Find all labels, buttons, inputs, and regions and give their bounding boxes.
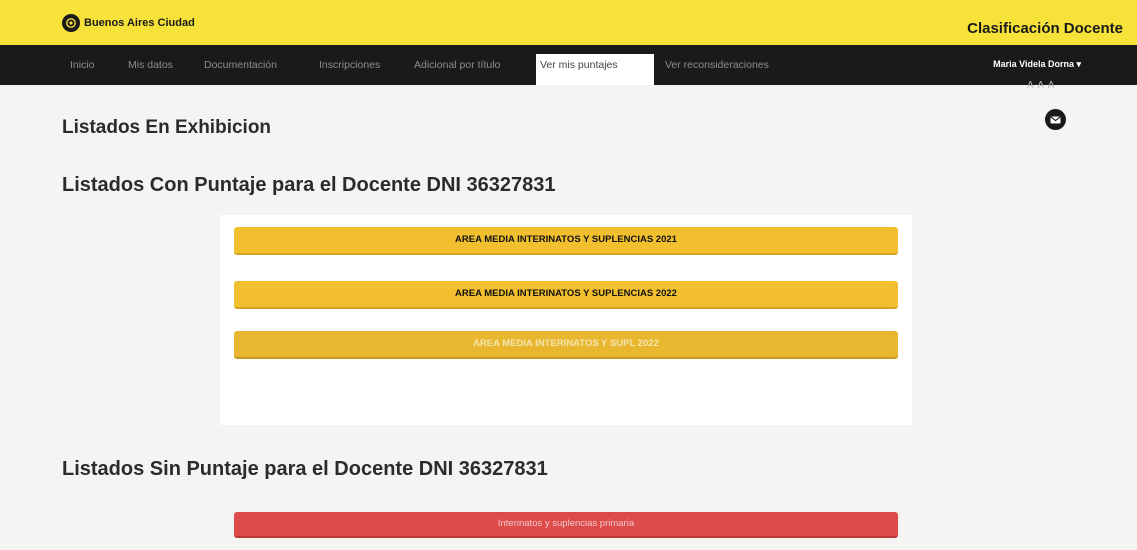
nav-item-inscripciones[interactable]: Inscripciones: [315, 53, 384, 77]
list-button-primaria[interactable]: Interinatos y suplencias primaria: [234, 512, 898, 538]
app-title: Clasificación Docente: [967, 20, 1123, 37]
nav-item-adicional-por-titulo[interactable]: Adicional por título: [410, 53, 504, 77]
list-button-media-2022[interactable]: AREA MEDIA INTERINATOS Y SUPLENCIAS 2022: [234, 281, 898, 309]
listados-con-puntaje-heading: Listados Con Puntaje para el Docente DNI…: [62, 174, 556, 196]
list-button-media-2021[interactable]: AREA MEDIA INTERINATOS Y SUPLENCIAS 2021: [234, 227, 898, 255]
list-button-media-supl-2022[interactable]: AREA MEDIA INTERINATOS Y SUPL 2022: [234, 331, 898, 359]
mail-icon: [1050, 115, 1061, 123]
font-size-controls[interactable]: A A A: [1027, 80, 1055, 91]
listados-sin-puntaje-heading: Listados Sin Puntaje para el Docente DNI…: [62, 458, 548, 480]
nav-item-documentacion[interactable]: Documentación: [200, 53, 281, 77]
nav-item-inicio[interactable]: Inicio: [66, 53, 99, 77]
city-logo-icon: [62, 14, 80, 32]
top-header-bar: Buenos Aires Ciudad Clasificación Docent…: [0, 0, 1137, 45]
city-logo[interactable]: Buenos Aires Ciudad: [62, 14, 195, 32]
nav-item-ver-mis-puntajes[interactable]: Ver mis puntajes: [536, 54, 654, 85]
logo-text: Buenos Aires Ciudad: [84, 17, 195, 29]
nav-item-ver-reconsideraciones[interactable]: Ver reconsideraciones: [661, 53, 773, 77]
user-menu-dropdown[interactable]: Maria Videla Dorna ▾: [993, 59, 1081, 70]
listados-exhibicion-heading: Listados En Exhibicion: [62, 117, 272, 138]
nav-item-mis-datos[interactable]: Mis datos: [124, 53, 177, 77]
mail-button[interactable]: [1045, 109, 1066, 130]
main-navigation: Inicio Mis datos Documentación Inscripci…: [0, 45, 1137, 85]
